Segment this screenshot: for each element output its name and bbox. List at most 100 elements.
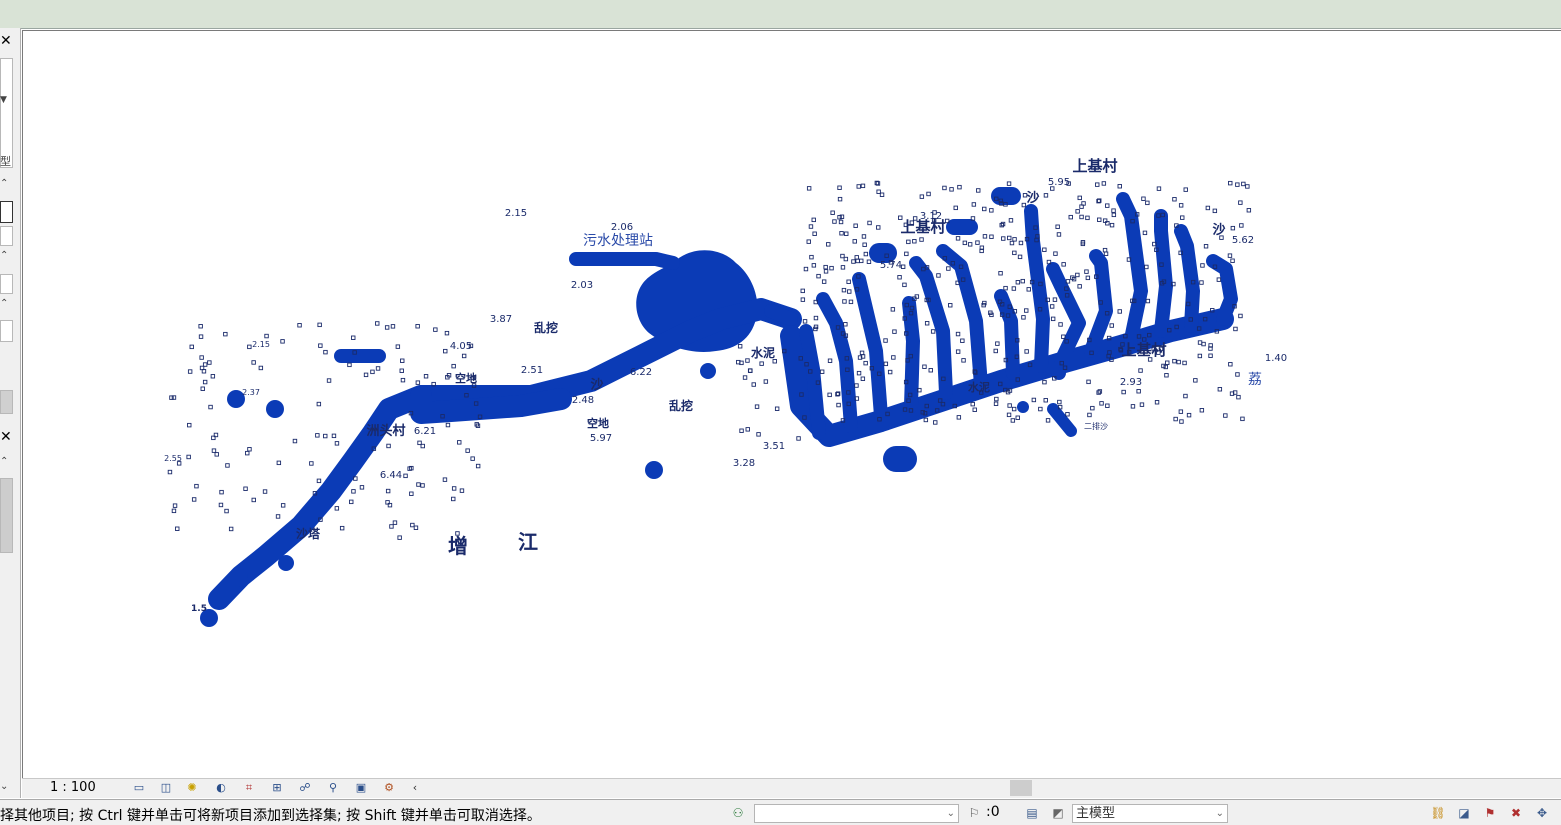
select-underlay-icon[interactable]: ◪ <box>1456 805 1472 821</box>
map-label[interactable]: 水泥 <box>968 380 990 394</box>
map-label[interactable]: 3.87 <box>490 314 512 325</box>
map-label[interactable]: 5.95 <box>1048 177 1070 188</box>
selection-count[interactable]: :0 <box>986 804 1000 820</box>
visual-style-icon[interactable]: ◫ <box>159 781 173 795</box>
map-label[interactable]: 5.62 <box>1232 235 1254 246</box>
ground-mark <box>351 335 356 340</box>
shadows-icon[interactable]: ◐ <box>214 781 228 795</box>
chevron-down-icon[interactable]: ⌄ <box>947 805 955 822</box>
map-label[interactable]: 江 <box>518 530 538 554</box>
dropdown-arrow-icon[interactable]: ▼ <box>0 95 7 105</box>
exclude-options-icon[interactable]: ◩ <box>1050 805 1066 821</box>
collapse-up-icon[interactable]: ⌃ <box>0 178 8 189</box>
map-label[interactable]: 2.03 <box>571 280 593 291</box>
map-label[interactable]: 沙 <box>1026 191 1039 206</box>
map-label[interactable]: 污水处理站 <box>583 233 653 249</box>
map-label[interactable]: 乱挖 <box>534 320 558 335</box>
map-label[interactable]: 5.74 <box>880 260 902 271</box>
map-label[interactable]: 上基村 <box>1121 341 1166 359</box>
ground-mark <box>1208 353 1213 358</box>
ground-mark <box>167 469 173 475</box>
map-label[interactable]: 5.97 <box>590 433 612 444</box>
ground-mark <box>1179 419 1184 424</box>
ground-mark <box>292 438 298 444</box>
left-properties-strip: ✕ ▼ 型 ⌃ ⌃ ⌃ ✕ ⌃ ⌄ <box>0 28 21 798</box>
selected-field-edge[interactable] <box>0 201 13 223</box>
show-crop-icon[interactable]: ⊞ <box>270 781 284 795</box>
scroll-down-icon[interactable]: ⌄ <box>0 781 8 792</box>
apply-button-edge[interactable] <box>0 390 13 414</box>
ground-mark <box>1038 406 1043 412</box>
ground-mark <box>819 369 825 374</box>
drag-elements-icon[interactable]: ✥ <box>1534 805 1550 821</box>
map-label[interactable]: 2.37 <box>242 388 260 397</box>
map-label[interactable]: 空地 <box>587 416 609 430</box>
map-label[interactable]: 3.51 <box>763 441 785 452</box>
select-by-face-icon[interactable]: ✖ <box>1508 805 1524 821</box>
ground-mark <box>1050 316 1056 322</box>
sun-path-icon[interactable]: ✺ <box>185 781 199 795</box>
crop-view-icon[interactable]: ⌗ <box>242 781 256 795</box>
map-label[interactable]: 1.40 <box>1265 353 1287 364</box>
map-label[interactable]: 2.93 <box>1120 377 1142 388</box>
map-label[interactable]: 6.21 <box>414 426 436 437</box>
ground-mark <box>806 239 811 244</box>
scroll-up-icon[interactable]: ⌃ <box>0 456 8 467</box>
map-label[interactable]: 增 <box>448 534 468 558</box>
map-label[interactable]: 沙 <box>590 378 603 393</box>
collapse-up-icon-3[interactable]: ⌃ <box>0 298 8 309</box>
ground-mark <box>863 360 868 366</box>
map-label[interactable]: 2.48 <box>572 395 594 406</box>
map-label[interactable]: 3.28 <box>733 458 755 469</box>
horizontal-scroll-thumb[interactable] <box>1010 780 1032 796</box>
site-plan-drawing[interactable]: 上基村5.95上基村3.12沙沙5.625.74上基村 1.40荔2.932.15… <box>23 31 1561 779</box>
ground-mark <box>1043 193 1049 198</box>
drawing-canvas[interactable]: 上基村 5.95 上基村 3.12 沙沙 5.62 5.74 上基村 1.40 荔 2.93 2.15… <box>22 30 1561 778</box>
close-browser-icon[interactable]: ✕ <box>0 430 14 444</box>
map-label[interactable]: 荔 <box>1248 372 1262 388</box>
editable-only-icon[interactable]: ▤ <box>1024 805 1040 821</box>
ground-mark <box>1235 182 1240 187</box>
detail-level-icon[interactable]: ▭ <box>132 781 146 795</box>
map-label[interactable]: 洲头村 <box>366 423 405 439</box>
ground-mark <box>1117 309 1122 314</box>
temporary-hide-icon[interactable]: ☍ <box>298 781 312 795</box>
map-label[interactable]: 水泥 <box>751 345 775 360</box>
map-label[interactable]: 2.06 <box>611 222 633 233</box>
map-label[interactable]: 沙塔 <box>296 526 321 541</box>
ground-mark <box>957 184 962 190</box>
browser-scroll-thumb[interactable] <box>0 478 13 553</box>
close-panel-icon[interactable]: ✕ <box>0 34 14 48</box>
map-label[interactable]: 4.05 <box>450 341 472 352</box>
ground-mark <box>172 503 178 508</box>
analytical-model-icon[interactable]: ⚙ <box>382 781 396 795</box>
map-label[interactable]: 2.51 <box>521 365 543 376</box>
collapse-arrow-icon[interactable]: ‹ <box>408 781 422 795</box>
map-label[interactable]: 上基村 <box>1072 157 1117 175</box>
map-label[interactable]: 2.15 <box>252 340 270 349</box>
reveal-hidden-icon[interactable]: ⚲ <box>326 781 340 795</box>
select-pinned-icon[interactable]: ⚑ <box>1482 805 1498 821</box>
chevron-down-icon-2[interactable]: ⌄ <box>1216 805 1224 822</box>
temporary-view-properties-icon[interactable]: ▣ <box>354 781 368 795</box>
map-label[interactable]: 2.55 <box>164 454 182 463</box>
map-label[interactable]: 空地 <box>455 371 477 385</box>
ground-mark <box>470 456 475 461</box>
design-options-icon[interactable]: ⚐ <box>966 805 982 821</box>
select-links-icon[interactable]: ⛓ <box>1430 805 1446 821</box>
map-label[interactable]: 2.15 <box>505 208 527 219</box>
map-label[interactable]: 6.22 <box>630 367 652 378</box>
map-label[interactable]: 3.12 <box>920 211 942 222</box>
workset-icon[interactable]: ⚇ <box>730 805 746 821</box>
ground-mark <box>187 369 193 374</box>
map-label[interactable]: 沙 <box>1212 223 1225 238</box>
view-scale[interactable]: 1 : 100 <box>50 780 96 795</box>
model-combo[interactable]: 主模型 ⌄ <box>1072 804 1228 823</box>
collapse-up-icon-2[interactable]: ⌃ <box>0 250 8 261</box>
map-label[interactable]: 1.5 <box>191 604 207 614</box>
map-label[interactable]: 6.44 <box>380 470 402 481</box>
map-label[interactable]: 二排沙 <box>1084 421 1108 431</box>
map-label[interactable]: 乱挖 <box>669 398 693 413</box>
ground-mark <box>392 520 398 525</box>
workset-combo[interactable]: ⌄ <box>754 804 959 823</box>
